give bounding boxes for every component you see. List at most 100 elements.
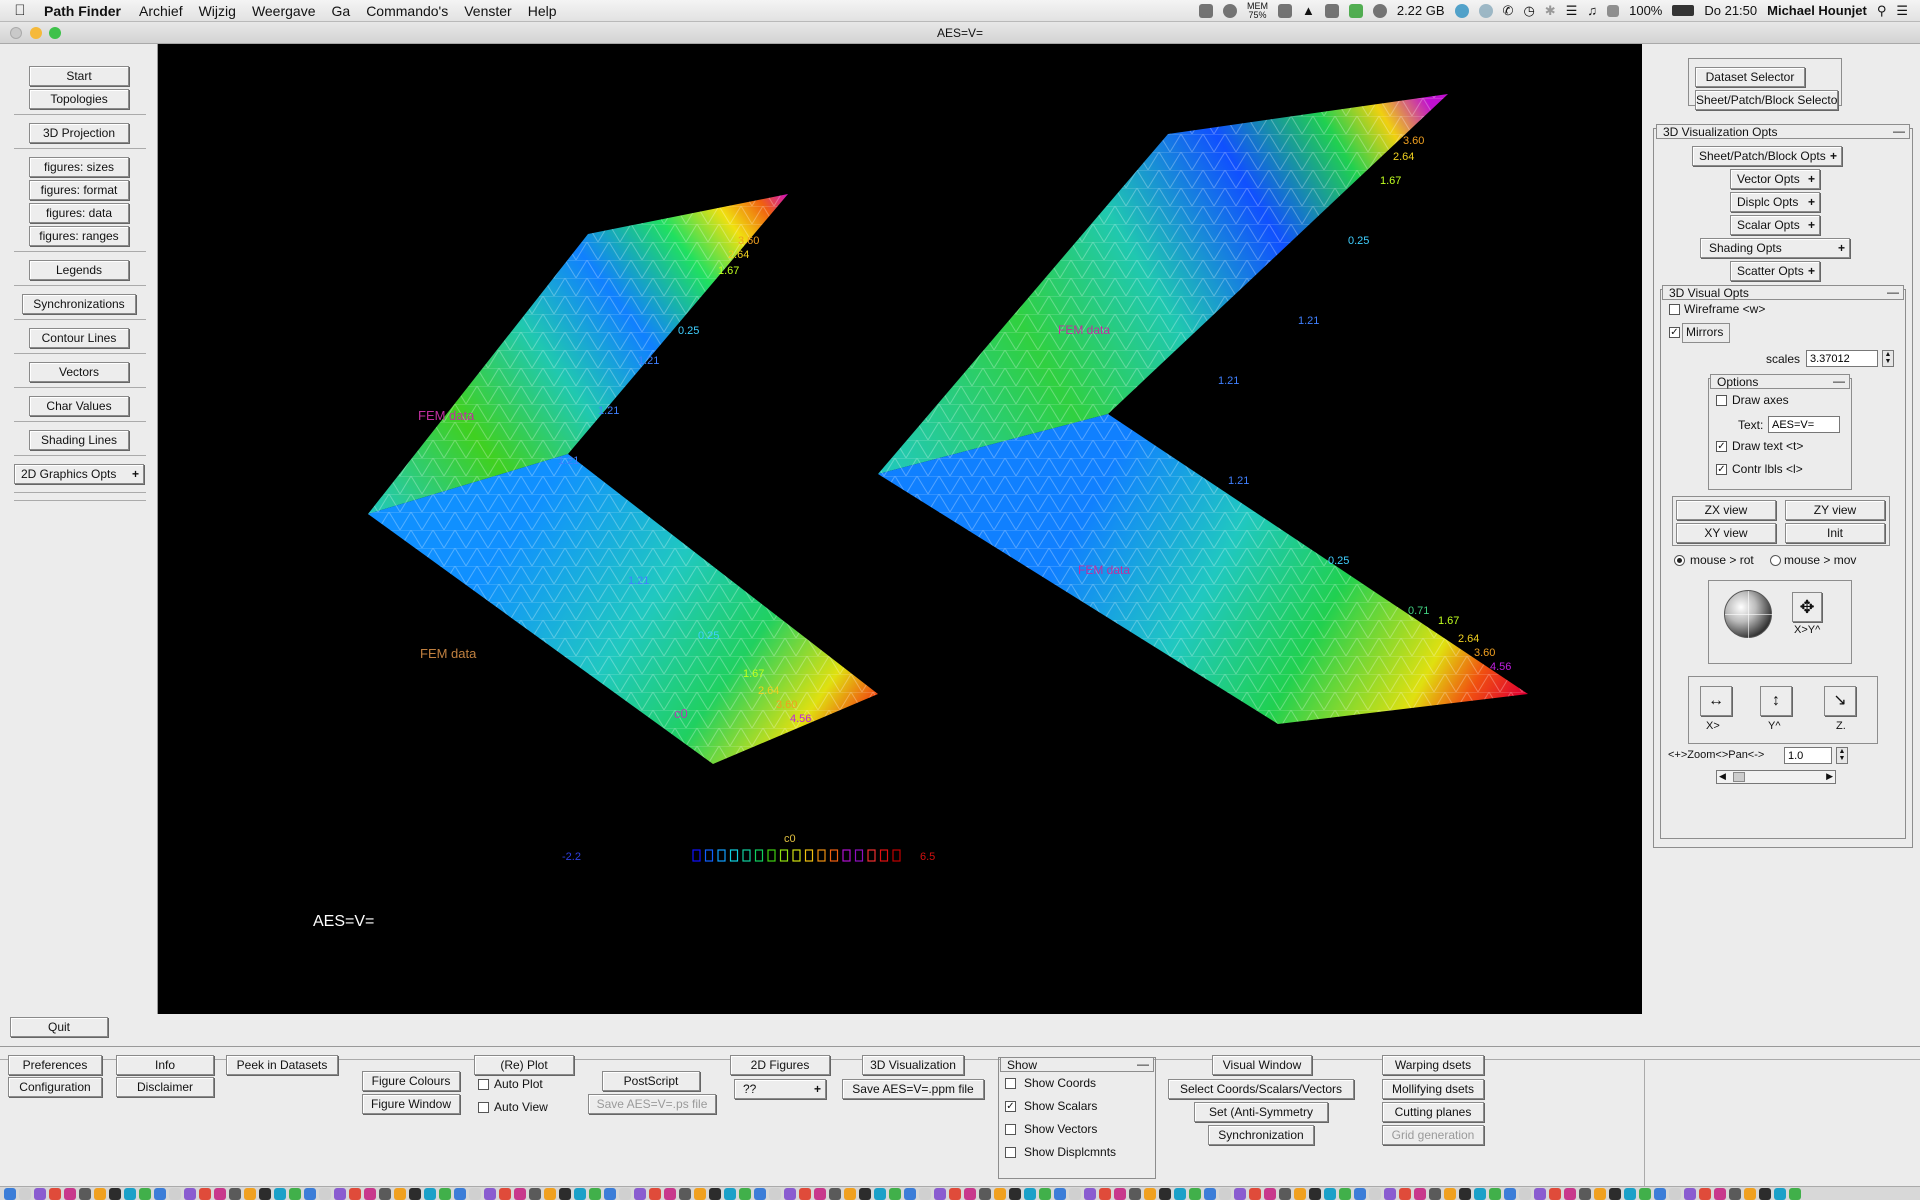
collapse-icon[interactable]: —: [1833, 374, 1845, 388]
grid-generation-button[interactable]: Grid generation: [1382, 1125, 1484, 1145]
postscript-button[interactable]: PostScript: [602, 1071, 700, 1091]
left-chevron[interactable]: [368, 194, 878, 764]
dock-app-icon[interactable]: [1699, 1187, 1711, 1200]
dock-app-icon[interactable]: [349, 1187, 361, 1200]
synchronization-button[interactable]: Synchronization: [1208, 1125, 1314, 1145]
zoom-input[interactable]: [1784, 747, 1832, 764]
dataset-selector-button[interactable]: Dataset Selector: [1695, 67, 1805, 87]
dock-app-icon[interactable]: [109, 1187, 121, 1200]
dock-app-icon[interactable]: [199, 1187, 211, 1200]
dock-app-icon[interactable]: [1594, 1187, 1606, 1200]
axis-z-icon[interactable]: ↘: [1824, 686, 1856, 716]
scroll-right-icon[interactable]: ▶: [1826, 771, 1833, 782]
dock-app-icon[interactable]: [1099, 1187, 1111, 1200]
dock-app-icon[interactable]: [1579, 1187, 1591, 1200]
dock-app-icon[interactable]: [1564, 1187, 1576, 1200]
scalar-opts-button[interactable]: Scalar Opts +: [1730, 215, 1820, 235]
dock-app-icon[interactable]: [1654, 1187, 1666, 1200]
app-menu[interactable]: Path Finder: [40, 3, 131, 19]
dock-app-icon[interactable]: [739, 1187, 751, 1200]
mouse-move-radio[interactable]: [1770, 555, 1781, 566]
draw-axes-checkbox[interactable]: [1716, 395, 1727, 406]
battery-icon[interactable]: [1672, 5, 1695, 16]
dock-app-icon[interactable]: [1264, 1187, 1276, 1200]
memory-indicator[interactable]: 2.22 GB: [1397, 3, 1445, 18]
dock-app-icon[interactable]: [64, 1187, 76, 1200]
menu-ga[interactable]: Ga: [324, 3, 359, 19]
dock-app-icon[interactable]: [1339, 1187, 1351, 1200]
visual-window-button[interactable]: Visual Window: [1212, 1055, 1312, 1075]
viz-3d-button[interactable]: 3D Visualization: [862, 1055, 964, 1075]
dock-app-icon[interactable]: [604, 1187, 616, 1200]
dock-app-icon[interactable]: [34, 1187, 46, 1200]
dock-app-icon[interactable]: [979, 1187, 991, 1200]
dock-app-icon[interactable]: [439, 1187, 451, 1200]
dock-app-icon[interactable]: [1759, 1187, 1771, 1200]
dock-app-icon[interactable]: [1144, 1187, 1156, 1200]
axis-x-icon[interactable]: ↔: [1700, 686, 1732, 716]
warping-dsets-button[interactable]: Warping dsets: [1382, 1055, 1484, 1075]
dock-app-icon[interactable]: [154, 1187, 166, 1200]
shading-opts-button[interactable]: Shading Opts +: [1700, 238, 1850, 258]
dock-app-icon[interactable]: [679, 1187, 691, 1200]
scales-input[interactable]: [1806, 350, 1878, 367]
dock-app-icon[interactable]: [889, 1187, 901, 1200]
dock-app-icon[interactable]: [244, 1187, 256, 1200]
init-view-button[interactable]: Init: [1785, 523, 1885, 543]
clock-icon[interactable]: ◷: [1523, 3, 1534, 19]
dock-app-icon[interactable]: [1084, 1187, 1096, 1200]
extension-icon[interactable]: [1324, 3, 1339, 18]
dock-app-icon[interactable]: [1054, 1187, 1066, 1200]
dock-app-icon[interactable]: [514, 1187, 526, 1200]
dock-app-icon[interactable]: [544, 1187, 556, 1200]
status-green-icon[interactable]: [1348, 3, 1363, 18]
vectors-button[interactable]: Vectors: [29, 362, 129, 382]
zoom-stepper[interactable]: ▲ ▼: [1836, 747, 1848, 764]
calendar-icon[interactable]: [1607, 4, 1620, 17]
dock-app-icon[interactable]: [1504, 1187, 1516, 1200]
zx-view-button[interactable]: ZX view: [1676, 500, 1776, 520]
dock-app-icon[interactable]: [139, 1187, 151, 1200]
dock-app-icon[interactable]: [1444, 1187, 1456, 1200]
pan-move-icon[interactable]: ✥: [1792, 592, 1822, 622]
dock-app-icon[interactable]: [1774, 1187, 1786, 1200]
dock-app-icon[interactable]: [559, 1187, 571, 1200]
dock-app-icon[interactable]: [1039, 1187, 1051, 1200]
menu-venster[interactable]: Venster: [456, 3, 519, 19]
collapse-icon[interactable]: —: [1137, 1057, 1149, 1071]
dock-app-icon[interactable]: [1744, 1187, 1756, 1200]
projection-3d-button[interactable]: 3D Projection: [29, 123, 129, 143]
replot-button[interactable]: (Re) Plot: [474, 1055, 574, 1075]
dock-app-icon[interactable]: [1324, 1187, 1336, 1200]
dock-app-icon[interactable]: [949, 1187, 961, 1200]
dock-app-icon[interactable]: [229, 1187, 241, 1200]
dock-app-icon[interactable]: [1669, 1187, 1681, 1200]
volume-icon[interactable]: ♫: [1587, 3, 1597, 18]
dock-app-icon[interactable]: [1174, 1187, 1186, 1200]
select-coords-scalars-vectors-button[interactable]: Select Coords/Scalars/Vectors: [1168, 1079, 1354, 1099]
dock-app-icon[interactable]: [589, 1187, 601, 1200]
dock-app-icon[interactable]: [1159, 1187, 1171, 1200]
auto-view-checkbox[interactable]: [478, 1102, 489, 1113]
text-input[interactable]: [1768, 416, 1840, 433]
dock-app-icon[interactable]: [1294, 1187, 1306, 1200]
dock-app-icon[interactable]: [334, 1187, 346, 1200]
save-ps-button[interactable]: Save AES=V=.ps file: [588, 1094, 716, 1114]
apple-menu-icon[interactable]: : [0, 2, 40, 19]
char-values-button[interactable]: Char Values: [29, 396, 129, 416]
collapse-icon[interactable]: —: [1893, 124, 1905, 138]
menu-commandos[interactable]: Commando's: [358, 3, 456, 19]
disclaimer-button[interactable]: Disclaimer: [116, 1077, 214, 1097]
memory-gauge-icon[interactable]: [1372, 3, 1387, 18]
dock-app-icon[interactable]: [619, 1187, 631, 1200]
graphics-2d-opts-button[interactable]: 2D Graphics Opts +: [14, 464, 144, 484]
dock-app-icon[interactable]: [1489, 1187, 1501, 1200]
dock-app-icon[interactable]: [454, 1187, 466, 1200]
dock-app-icon[interactable]: [1114, 1187, 1126, 1200]
dock-app-icon[interactable]: [1429, 1187, 1441, 1200]
network-icon[interactable]: [1478, 3, 1493, 18]
display-icon[interactable]: [1277, 3, 1292, 18]
dock-app-icon[interactable]: [529, 1187, 541, 1200]
collapse-icon[interactable]: —: [1887, 285, 1899, 299]
dock-app-icon[interactable]: [859, 1187, 871, 1200]
